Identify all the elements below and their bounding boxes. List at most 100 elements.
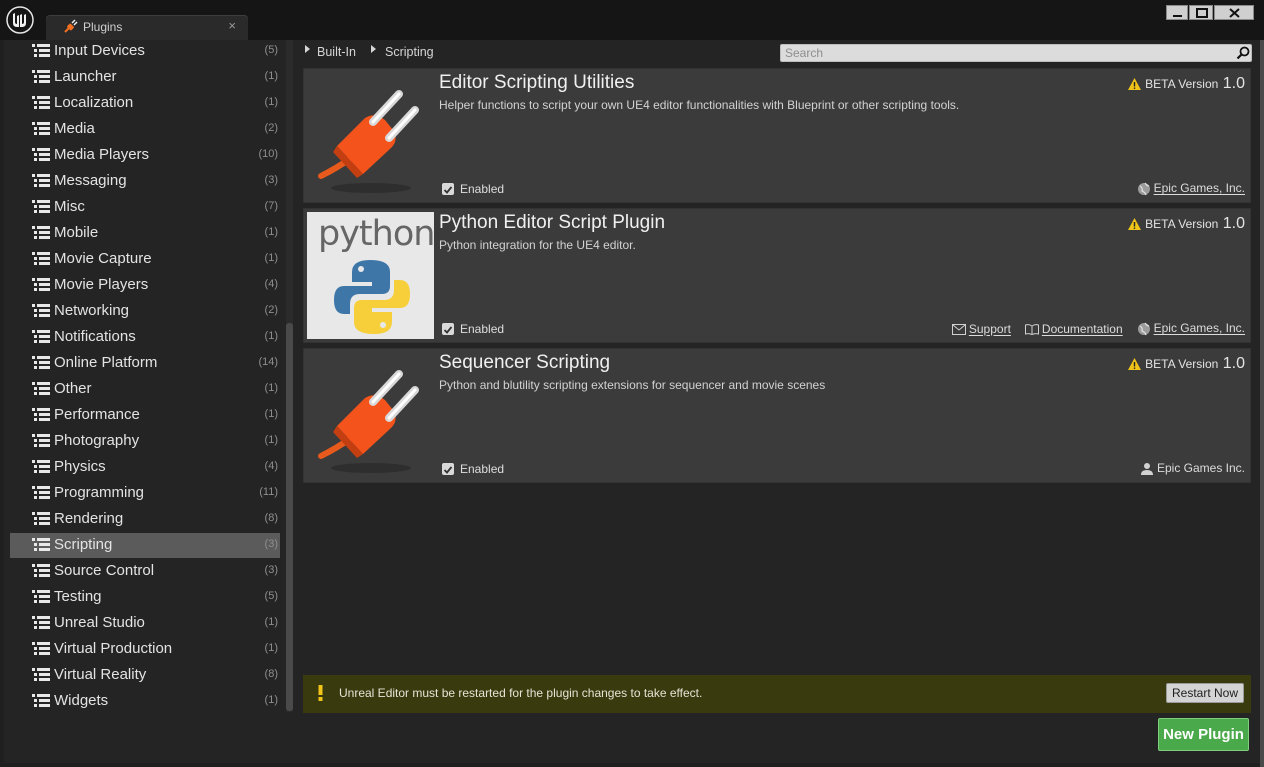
restart-notice-bar: Unreal Editor must be restarted for the … (303, 675, 1251, 713)
sidebar-item-count: (4) (264, 460, 278, 472)
enabled-label: Enabled (460, 462, 505, 476)
sidebar-item-label: Launcher (54, 68, 117, 85)
list-icon (32, 538, 50, 551)
book-icon (1024, 324, 1039, 336)
plugin-links: Support Documentation Epic Games, Inc. (938, 321, 1245, 337)
plugin-name: Editor Scripting Utilities (439, 72, 635, 93)
search-input[interactable] (780, 44, 1252, 62)
sidebar-item-notifications[interactable]: Notifications (1) (10, 325, 280, 350)
enabled-check-box[interactable] (442, 183, 454, 195)
list-icon (32, 590, 50, 603)
maximize-button[interactable] (1189, 5, 1213, 20)
plug-icon (64, 19, 78, 33)
plugin-card[interactable]: Sequencer Scripting Python and blutility … (303, 348, 1251, 483)
plugin-links: Epic Games, Inc. (1123, 181, 1245, 197)
plugin-card[interactable]: python Python Editor Script Plugin Python … (303, 208, 1251, 343)
sidebar-item-count: (1) (264, 330, 278, 342)
sidebar-item-localization[interactable]: Localization (1) (10, 91, 280, 116)
envelope-icon (951, 324, 966, 336)
sidebar-item-count: (11) (259, 486, 278, 498)
beta-label: BETA Version (1145, 77, 1219, 91)
sidebar-item-source-control[interactable]: Source Control (3) (10, 559, 280, 584)
python-snake-icon (334, 260, 410, 334)
list-icon (32, 148, 50, 161)
sidebar-item-launcher[interactable]: Launcher (1) (10, 65, 280, 90)
sidebar-scrollbar-thumb[interactable] (286, 323, 293, 711)
restart-now-button[interactable]: Restart Now (1166, 683, 1244, 703)
sidebar-item-count: (14) (258, 356, 278, 368)
plugin-card[interactable]: Editor Scripting Utilities Helper functio… (303, 68, 1251, 203)
sidebar-item-unreal-studio[interactable]: Unreal Studio (1) (10, 611, 280, 636)
sidebar-item-virtual-reality[interactable]: Virtual Reality (8) (10, 663, 280, 688)
sidebar-item-other[interactable]: Other (1) (10, 377, 280, 402)
sidebar-item-label: Testing (54, 588, 102, 605)
plug-icon (318, 370, 419, 473)
list-icon (32, 512, 50, 525)
breadcrumb-arrow-icon (305, 45, 310, 53)
sidebar-item-label: Messaging (54, 172, 127, 189)
warning-icon (1127, 358, 1141, 370)
sidebar-item-movie-capture[interactable]: Movie Capture (1) (10, 247, 280, 272)
plugin-description: Python and blutility scripting extension… (439, 378, 826, 392)
unreal-logo-icon[interactable] (6, 6, 34, 34)
sidebar-scrollbar[interactable] (286, 40, 293, 712)
sidebar-item-label: Rendering (54, 510, 124, 527)
sidebar-item-misc[interactable]: Misc (7) (10, 195, 280, 220)
sidebar-item-performance[interactable]: Performance (1) (10, 403, 280, 428)
sidebar-item-scripting[interactable]: Scripting (3) (10, 533, 280, 558)
vendor-link[interactable]: Epic Games, Inc. (1137, 181, 1245, 196)
sidebar-item-networking[interactable]: Networking (2) (10, 299, 280, 324)
documentation-link[interactable]: Documentation (1024, 322, 1123, 336)
plugin-thumbnail (307, 352, 434, 479)
list-icon (32, 564, 50, 577)
plugin-thumbnail: python (307, 212, 435, 339)
list-icon (32, 668, 50, 681)
list-icon (32, 174, 50, 187)
sidebar-item-programming[interactable]: Programming (11) (10, 481, 280, 506)
enabled-check-box[interactable] (442, 323, 454, 335)
sidebar-item-movie-players[interactable]: Movie Players (4) (10, 273, 280, 298)
sidebar-item-rendering[interactable]: Rendering (8) (10, 507, 280, 532)
list-icon (32, 694, 50, 707)
breadcrumb-arrow-icon (371, 45, 376, 53)
restart-message: Unreal Editor must be restarted for the … (339, 686, 703, 700)
sidebar-item-count: (2) (264, 304, 278, 316)
version-number: 1.0 (1222, 75, 1245, 92)
list-icon (32, 434, 50, 447)
sidebar-item-media-players[interactable]: Media Players (10) (10, 143, 280, 168)
sidebar-item-testing[interactable]: Testing (5) (10, 585, 280, 610)
support-link[interactable]: Support (951, 322, 1011, 336)
breadcrumb-scripting[interactable]: Scripting (385, 45, 434, 59)
enabled-label: Enabled (460, 322, 505, 336)
search-icon[interactable] (1236, 46, 1250, 60)
sidebar-item-label: Online Platform (54, 354, 158, 371)
new-plugin-button[interactable]: New Plugin (1158, 718, 1249, 751)
sidebar-item-virtual-production[interactable]: Virtual Production (1) (10, 637, 280, 662)
vendor-link[interactable]: Epic Games Inc. (1140, 461, 1245, 476)
vendor-link[interactable]: Epic Games, Inc. (1137, 321, 1245, 336)
plug-icon (318, 90, 419, 193)
sidebar-item-label: Virtual Reality (54, 666, 147, 683)
plugin-thumbnail (307, 72, 434, 199)
close-button[interactable] (1214, 5, 1254, 20)
sidebar-item-count: (1) (264, 226, 278, 238)
sidebar-item-physics[interactable]: Physics (4) (10, 455, 280, 480)
sidebar-item-count: (1) (264, 616, 278, 628)
sidebar-item-count: (5) (264, 590, 278, 602)
list-icon (32, 96, 50, 109)
minimize-button[interactable] (1166, 5, 1188, 20)
sidebar-item-media[interactable]: Media (2) (10, 117, 280, 142)
list-icon (32, 330, 50, 343)
sidebar-item-mobile[interactable]: Mobile (1) (10, 221, 280, 246)
plugin-name: Python Editor Script Plugin (439, 212, 666, 233)
tab-close-icon[interactable]: × (228, 18, 236, 33)
sidebar-item-photography[interactable]: Photography (1) (10, 429, 280, 454)
sidebar-item-messaging[interactable]: Messaging (3) (10, 169, 280, 194)
enabled-check-box[interactable] (442, 463, 454, 475)
list-icon (32, 642, 50, 655)
plugins-tab[interactable]: Plugins × (46, 15, 248, 40)
breadcrumb-built-in[interactable]: Built-In (317, 45, 356, 59)
sidebar-item-widgets[interactable]: Widgets (1) (10, 689, 280, 714)
sidebar-item-input-devices[interactable]: Input Devices (5) (10, 39, 280, 64)
sidebar-item-online-platform[interactable]: Online Platform (14) (10, 351, 280, 376)
